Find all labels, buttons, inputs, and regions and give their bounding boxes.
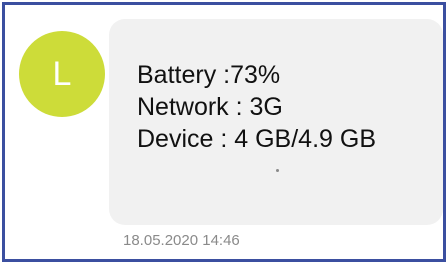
avatar-letter: L bbox=[52, 54, 72, 93]
message-bubble[interactable]: Battery :73% Network : 3G Device : 4 GB/… bbox=[109, 19, 443, 225]
message-frame: L Battery :73% Network : 3G Device : 4 G… bbox=[2, 2, 446, 262]
network-line: Network : 3G bbox=[137, 93, 283, 121]
battery-line: Battery :73% bbox=[137, 61, 281, 89]
dot-mark bbox=[276, 169, 279, 172]
avatar[interactable]: L bbox=[19, 31, 105, 117]
message-timestamp: 18.05.2020 14:46 bbox=[123, 232, 240, 249]
device-line: Device : 4 GB/4.9 GB bbox=[137, 125, 376, 153]
message-text: Battery :73% Network : 3G Device : 4 GB/… bbox=[137, 59, 376, 155]
